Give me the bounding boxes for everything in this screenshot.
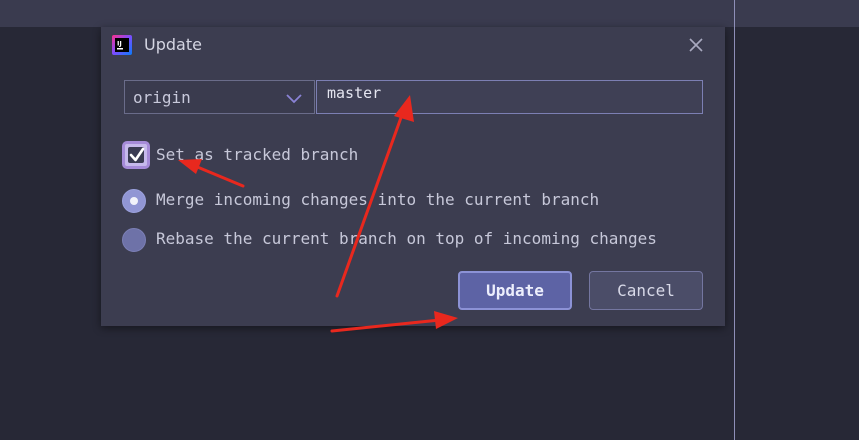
tracked-branch-option[interactable]: Set as tracked branch	[122, 141, 422, 169]
merge-option[interactable]: Merge incoming changes into the current …	[122, 188, 642, 214]
remote-selected-value: origin	[133, 88, 191, 107]
chevron-down-icon[interactable]	[285, 89, 303, 107]
checkmark-icon	[129, 147, 145, 162]
merge-option-label: Merge incoming changes into the current …	[156, 190, 600, 209]
tracked-branch-label: Set as tracked branch	[156, 145, 359, 164]
remote-dropdown[interactable]: origin	[124, 80, 315, 114]
editor-guide-line	[734, 0, 735, 440]
close-icon[interactable]	[686, 35, 706, 55]
tracked-branch-checkbox[interactable]	[122, 141, 150, 169]
branch-name-input[interactable]	[316, 80, 703, 114]
top-toolbar	[0, 0, 859, 27]
intellij-idea-icon: IJ	[112, 35, 132, 55]
rebase-radio[interactable]	[122, 228, 146, 252]
rebase-option[interactable]: Rebase the current branch on top of inco…	[122, 227, 682, 253]
rebase-option-label: Rebase the current branch on top of inco…	[156, 229, 657, 248]
svg-text:IJ: IJ	[117, 40, 122, 48]
merge-radio[interactable]	[122, 189, 146, 213]
dialog-title: Update	[144, 35, 202, 54]
cancel-button[interactable]: Cancel	[589, 271, 703, 310]
dialog-title-bar: IJ Update	[101, 27, 725, 63]
update-dialog: IJ Update origin Set as tracked branch M…	[101, 27, 725, 326]
update-button[interactable]: Update	[458, 271, 572, 310]
